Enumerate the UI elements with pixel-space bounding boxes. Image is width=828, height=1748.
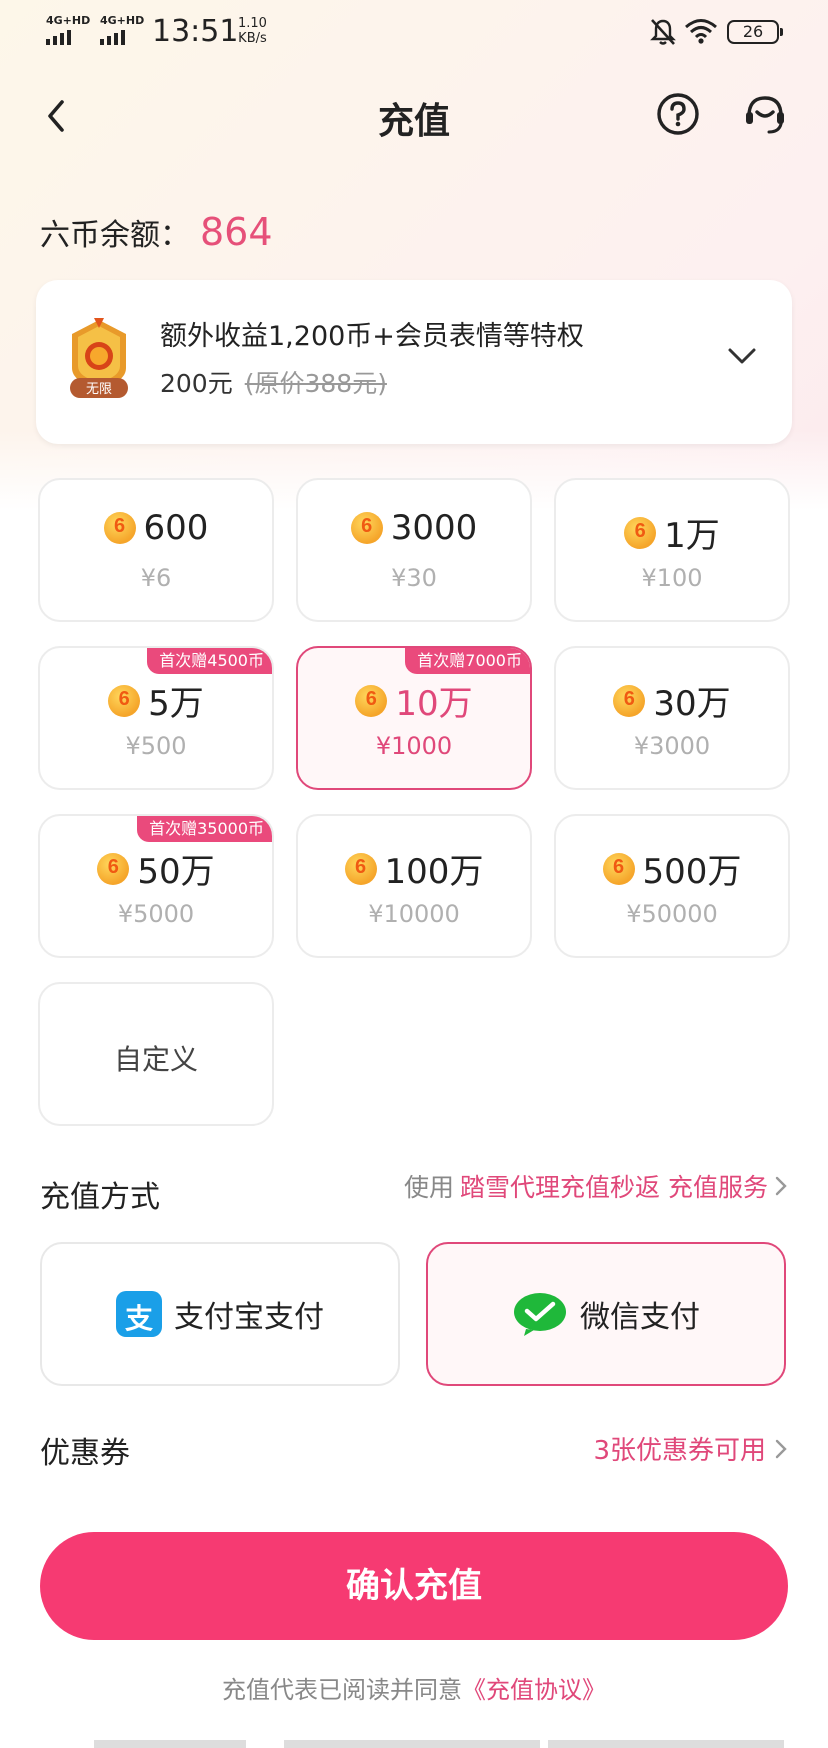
- coin-icon: [108, 684, 141, 717]
- package-amount: 500万: [642, 852, 742, 892]
- signal-icon: [100, 30, 125, 45]
- wechat-pay-label: 微信支付: [580, 1300, 700, 1335]
- promo-original-price: (原价388元): [244, 369, 387, 398]
- coin-icon: [613, 684, 646, 717]
- package-price: ¥500: [125, 732, 187, 760]
- bottom-bar-segment: [548, 1740, 784, 1748]
- package-amount: 600: [143, 508, 209, 548]
- package-tile-selected[interactable]: 首次赠7000币 10万 ¥1000: [296, 646, 532, 790]
- package-price: ¥1000: [375, 732, 453, 760]
- package-price: ¥30: [391, 564, 437, 592]
- coupon-available-text: 3张优惠券可用: [593, 1436, 766, 1466]
- proxy-link-prefix: 使用: [404, 1173, 455, 1202]
- payment-method-heading: 充值方式: [40, 1180, 160, 1215]
- first-bonus-tag: 首次赠4500币: [147, 648, 272, 674]
- package-amount: 10万: [395, 684, 473, 724]
- proxy-link-text: 踏雪代理充值秒返 充值服务: [460, 1173, 768, 1202]
- status-bar: 4G+HD 4G+HD 13:51 1.10 KB/s 26: [0, 0, 828, 64]
- package-tile[interactable]: 500万 ¥50000: [554, 814, 790, 958]
- coin-icon: [355, 684, 388, 717]
- wechat-pay-option[interactable]: 微信支付: [426, 1242, 786, 1386]
- clock: 13:51: [152, 14, 239, 49]
- coin-balance: 六币余额： 864: [40, 210, 273, 254]
- first-bonus-tag: 首次赠7000币: [405, 648, 530, 674]
- balance-label: 六币余额：: [40, 218, 190, 253]
- speed-unit: KB/s: [238, 31, 267, 46]
- network-label-2: 4G+HD: [100, 14, 145, 27]
- agreement-link[interactable]: 《充值协议》: [462, 1676, 606, 1704]
- package-tile[interactable]: 30万 ¥3000: [554, 646, 790, 790]
- custom-amount-tile[interactable]: 自定义: [38, 982, 274, 1126]
- mute-bell-icon: [650, 19, 676, 45]
- alipay-label: 支付宝支付: [174, 1300, 324, 1335]
- package-price: ¥5000: [117, 900, 195, 928]
- package-amount: 100万: [384, 852, 484, 892]
- balance-value: 864: [200, 210, 273, 254]
- chevron-down-icon[interactable]: [726, 344, 758, 368]
- alipay-option[interactable]: 支 支付宝支付: [40, 1242, 400, 1386]
- network-label-1: 4G+HD: [46, 14, 91, 27]
- package-price: ¥10000: [368, 900, 460, 928]
- proxy-recharge-link[interactable]: 使用 踏雪代理充值秒返 充值服务: [404, 1168, 788, 1204]
- coin-icon: [344, 852, 377, 885]
- battery-icon: 26: [727, 20, 783, 44]
- package-amount: 5万: [148, 684, 204, 724]
- confirm-recharge-button[interactable]: 确认充值: [40, 1532, 788, 1640]
- coin-icon: [97, 852, 130, 885]
- vip-badge-label: 无限: [86, 382, 112, 397]
- package-tile[interactable]: 100万 ¥10000: [296, 814, 532, 958]
- package-amount: 3000: [390, 508, 478, 548]
- package-amount: 1万: [664, 516, 720, 556]
- package-amount: 30万: [653, 684, 731, 724]
- chevron-right-icon: [775, 1439, 787, 1458]
- alipay-icon-glyph: 支: [124, 1302, 153, 1335]
- coupon-link[interactable]: 3张优惠券可用: [593, 1430, 788, 1467]
- package-price: ¥6: [140, 564, 172, 592]
- wifi-icon: [685, 19, 717, 44]
- coin-icon: [602, 852, 635, 885]
- speed-value: 1.10: [238, 16, 267, 31]
- customer-service-icon[interactable]: [741, 90, 789, 138]
- package-amount: 50万: [137, 852, 215, 892]
- alipay-icon: 支: [116, 1291, 162, 1337]
- help-icon[interactable]: [656, 92, 700, 136]
- custom-amount-label: 自定义: [113, 1043, 198, 1076]
- package-tile[interactable]: 3000 ¥30: [296, 478, 532, 622]
- network-speed: 1.10 KB/s: [238, 16, 267, 46]
- signal-icon: [46, 30, 71, 45]
- page-title: 充值: [377, 101, 450, 142]
- bottom-bar-segment: [94, 1740, 246, 1748]
- package-price: ¥3000: [633, 732, 711, 760]
- coin-icon: [350, 512, 383, 544]
- chevron-right-icon: [775, 1176, 787, 1196]
- package-tile[interactable]: 首次赠4500币 5万 ¥500: [38, 646, 274, 790]
- coin-icon: [624, 516, 657, 549]
- package-tile[interactable]: 首次赠35000币 50万 ¥5000: [38, 814, 274, 958]
- promo-price: 200元: [160, 369, 233, 398]
- package-price: ¥100: [641, 564, 703, 592]
- package-price: ¥50000: [626, 900, 718, 928]
- agreement-notice: 充值代表已阅读并同意《充值协议》: [0, 1670, 828, 1705]
- coin-icon: [103, 512, 136, 544]
- bottom-bar-segment: [284, 1740, 540, 1748]
- package-tile[interactable]: 1万 ¥100: [554, 478, 790, 622]
- promo-price-row: 200元 (原价388元): [160, 364, 387, 400]
- first-bonus-tag: 首次赠35000币: [137, 816, 272, 842]
- agreement-prefix: 充值代表已阅读并同意: [222, 1676, 462, 1704]
- promo-title: 额外收益1,200币+会员表情等特权: [160, 321, 584, 352]
- package-tile[interactable]: 600 ¥6: [38, 478, 274, 622]
- membership-promo-card[interactable]: 无限 额外收益1,200币+会员表情等特权 200元 (原价388元): [36, 280, 792, 444]
- coupon-heading: 优惠券: [40, 1436, 130, 1471]
- wechat-pay-icon: [514, 1293, 566, 1336]
- vip-badge-icon: 无限: [70, 318, 128, 398]
